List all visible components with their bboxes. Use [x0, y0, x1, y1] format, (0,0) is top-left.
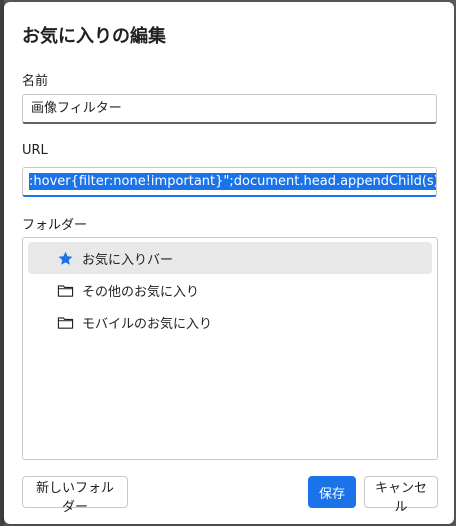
- name-label: 名前: [22, 74, 49, 89]
- url-label: URL: [22, 143, 48, 158]
- folder-item-label: その他のお気に入り: [82, 284, 200, 300]
- folder-item-label: モバイルのお気に入り: [82, 316, 213, 332]
- save-button[interactable]: 保存: [308, 476, 356, 508]
- url-input[interactable]: :hover{filter:none!important}";document.…: [22, 167, 437, 197]
- folder-item-favorites-bar[interactable]: お気に入りバー: [28, 242, 432, 274]
- url-input-value: :hover{filter:none!important}";document.…: [29, 173, 436, 190]
- edit-favorite-dialog: お気に入りの編集 名前 画像フィルター URL :hover{filter:no…: [4, 2, 454, 524]
- star-icon: [56, 249, 74, 267]
- folder-icon: [56, 313, 74, 331]
- name-input-value: 画像フィルター: [31, 101, 122, 116]
- name-input[interactable]: 画像フィルター: [22, 94, 437, 124]
- cancel-button[interactable]: キャンセル: [364, 476, 438, 515]
- folder-icon: [56, 281, 74, 299]
- dialog-title: お気に入りの編集: [22, 26, 166, 47]
- folder-label: フォルダー: [22, 218, 88, 233]
- folder-item-mobile-favorites[interactable]: モバイルのお気に入り: [28, 306, 432, 338]
- new-folder-button[interactable]: 新しいフォルダー: [22, 476, 128, 515]
- folder-item-label: お気に入りバー: [82, 252, 174, 268]
- folder-item-other-favorites[interactable]: その他のお気に入り: [28, 274, 432, 306]
- folder-tree[interactable]: お気に入りバー その他のお気に入り モバイルのお気に入り: [22, 237, 438, 460]
